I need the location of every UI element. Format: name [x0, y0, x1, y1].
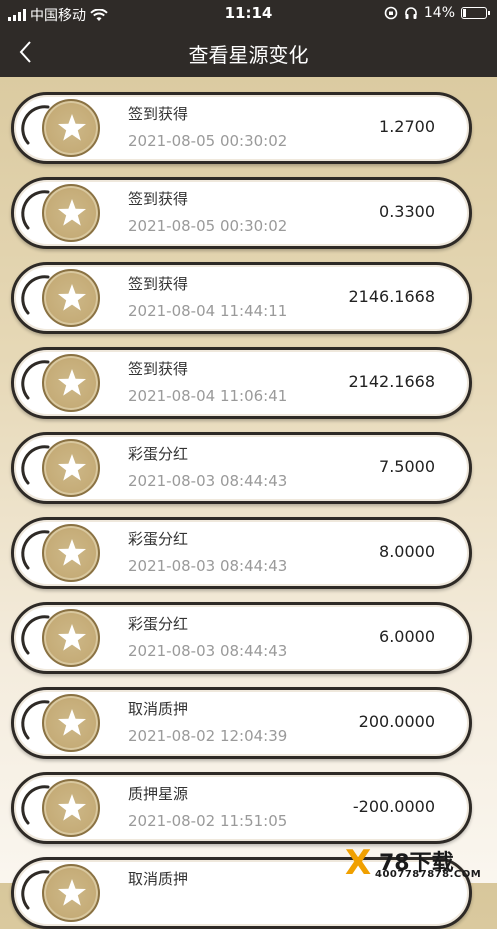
star-coin-icon	[42, 694, 100, 752]
record-item[interactable]: 签到获得 2021-08-05 00:30:02 1.2700	[11, 92, 472, 164]
record-label: 签到获得	[128, 105, 189, 123]
record-item[interactable]: 签到获得 2021-08-05 00:30:02 0.3300	[11, 177, 472, 249]
battery-icon	[461, 7, 490, 19]
record-amount: 6.0000	[379, 627, 435, 646]
record-time: 2021-08-02 12:04:39	[128, 727, 288, 745]
star-coin-icon	[42, 269, 100, 327]
record-label: 签到获得	[128, 275, 189, 293]
battery-percent: 14%	[423, 5, 455, 21]
record-amount: 8.0000	[379, 542, 435, 561]
record-label: 取消质押	[128, 870, 189, 888]
record-item[interactable]: 签到获得 2021-08-04 11:06:41 2142.1668	[11, 347, 472, 419]
record-label: 签到获得	[128, 360, 189, 378]
star-coin-icon	[42, 99, 100, 157]
record-label: 签到获得	[128, 190, 189, 208]
record-label: 彩蛋分红	[128, 445, 189, 463]
record-time: 2021-08-03 08:44:43	[128, 557, 288, 575]
page-title: 查看星源变化	[188, 43, 309, 67]
record-amount: -200.0000	[352, 797, 435, 816]
record-time: 2021-08-03 08:44:43	[128, 642, 288, 660]
watermark-url: 4007787878.COM	[375, 869, 482, 880]
star-coin-icon	[42, 779, 100, 837]
record-time: 2021-08-05 00:30:02	[128, 217, 288, 235]
star-coin-icon	[42, 864, 100, 922]
record-amount: 2142.1668	[348, 372, 435, 391]
record-label: 取消质押	[128, 700, 189, 718]
record-time: 2021-08-04 11:44:11	[128, 302, 288, 320]
record-time: 2021-08-03 08:44:43	[128, 472, 288, 490]
headphones-icon	[405, 7, 417, 19]
record-amount: 1.2700	[379, 117, 435, 136]
star-coin-icon	[42, 609, 100, 667]
record-item[interactable]: 彩蛋分红 2021-08-03 08:44:43 7.5000	[11, 432, 472, 504]
star-coin-icon	[42, 439, 100, 497]
watermark-logo: X 78下载 4007787878.COM	[345, 845, 495, 883]
record-time: 2021-08-02 11:51:05	[128, 812, 288, 830]
record-label: 质押星源	[128, 785, 189, 803]
status-bar: 中国移动 11:14 14%	[0, 0, 497, 27]
star-coin-icon	[42, 184, 100, 242]
record-item[interactable]: 彩蛋分红 2021-08-03 08:44:43 8.0000	[11, 517, 472, 589]
record-item[interactable]: 取消质押 2021-08-02 12:04:39 200.0000	[11, 687, 472, 759]
record-amount: 0.3300	[379, 202, 435, 221]
record-amount: 2146.1668	[348, 287, 435, 306]
nav-bar: 查看星源变化	[0, 27, 497, 77]
rotation-lock-icon	[384, 6, 398, 20]
status-right: 14%	[384, 5, 490, 21]
record-amount: 200.0000	[358, 712, 435, 731]
watermark-x-icon: X	[345, 843, 372, 883]
record-item[interactable]: 签到获得 2021-08-04 11:44:11 2146.1668	[11, 262, 472, 334]
record-time: 2021-08-04 11:06:41	[128, 387, 288, 405]
star-coin-icon	[42, 524, 100, 582]
record-amount: 7.5000	[379, 457, 435, 476]
star-coin-icon	[42, 354, 100, 412]
record-item[interactable]: 彩蛋分红 2021-08-03 08:44:43 6.0000	[11, 602, 472, 674]
record-label: 彩蛋分红	[128, 615, 189, 633]
record-label: 彩蛋分红	[128, 530, 189, 548]
record-time: 2021-08-05 00:30:02	[128, 132, 288, 150]
record-item[interactable]: 质押星源 2021-08-02 11:51:05 -200.0000	[11, 772, 472, 844]
